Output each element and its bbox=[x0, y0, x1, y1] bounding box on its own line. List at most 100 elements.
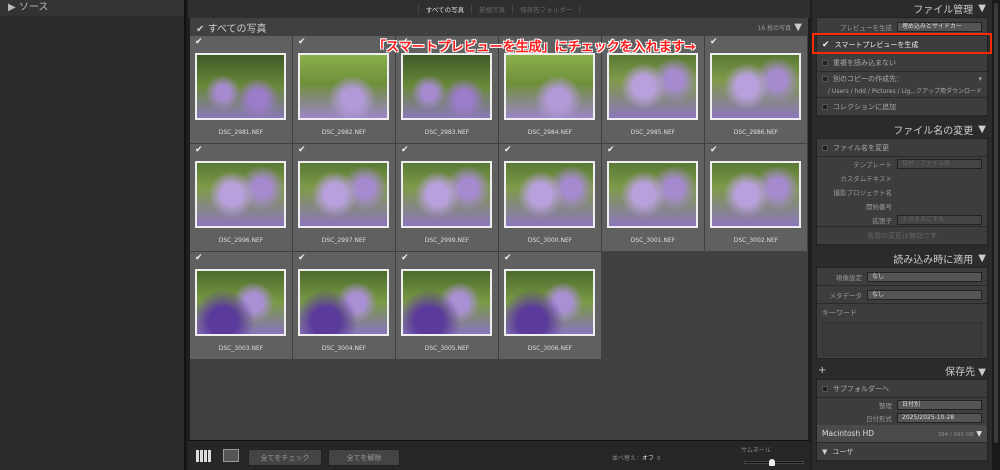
expand-icon[interactable]: ▼ bbox=[822, 448, 827, 456]
date-format-select[interactable]: 2025/2025-10-28 bbox=[897, 413, 982, 423]
preview-select[interactable]: 埋め込みとサイドカー bbox=[897, 21, 982, 32]
photo-thumbnail[interactable] bbox=[195, 53, 286, 120]
tab-new-photos[interactable]: 新規写真 bbox=[471, 4, 512, 14]
user-folder[interactable]: ユーザ bbox=[832, 447, 853, 457]
photo-thumbnail[interactable] bbox=[195, 161, 286, 228]
volume-row[interactable]: Macintosh HD 384 / 995 GB ▼ bbox=[817, 425, 987, 443]
photo-thumbnail[interactable] bbox=[607, 53, 698, 120]
photo-cell[interactable]: ✔ DSC_3005.NEF bbox=[396, 252, 498, 359]
extension-select[interactable]: そのままにする bbox=[897, 214, 982, 225]
start-number-label: 開始番号 bbox=[866, 203, 892, 211]
dup-label: 重複を読み込まない bbox=[833, 58, 896, 67]
subfolder-checkbox[interactable] bbox=[822, 385, 828, 392]
keyword-label: キーワード bbox=[822, 309, 857, 317]
photo-filename: DSC_3001.NEF bbox=[630, 237, 676, 244]
volume-name: Macintosh HD bbox=[822, 429, 875, 438]
uncheck-all-button[interactable]: 全てを解除 bbox=[328, 449, 400, 466]
rename-label: ファイル名を変更 bbox=[833, 143, 889, 152]
photo-thumbnail[interactable] bbox=[504, 269, 595, 336]
file-handling-header[interactable]: ファイル管理 ▼ bbox=[812, 0, 992, 17]
section-title: ファイル名の変更 bbox=[893, 126, 974, 137]
photo-cell[interactable]: ✔ DSC_3001.NEF bbox=[602, 144, 704, 251]
loupe-view-icon[interactable] bbox=[223, 449, 239, 462]
photo-thumbnail[interactable] bbox=[607, 161, 698, 228]
sort-select[interactable]: オフ bbox=[642, 455, 654, 462]
photo-filename: DSC_2985.NEF bbox=[630, 129, 676, 136]
tab-all-photos[interactable]: すべての写真 bbox=[417, 4, 471, 14]
photo-cell[interactable]: ✔ DSC_3003.NEF bbox=[190, 252, 292, 359]
volume-space: 384 / 995 GB bbox=[937, 432, 974, 438]
add-icon[interactable]: + bbox=[818, 365, 826, 376]
photo-cell[interactable]: ✔ DSC_2981.NEF bbox=[190, 36, 292, 143]
photo-filename: DSC_2981.NEF bbox=[218, 129, 264, 136]
photo-thumbnail[interactable] bbox=[401, 53, 492, 120]
photo-checkbox[interactable]: ✔ bbox=[298, 253, 306, 263]
photo-thumbnail[interactable] bbox=[504, 53, 595, 120]
photo-cell[interactable]: ✔ DSC_2986.NEF bbox=[705, 36, 807, 143]
photo-filename: DSC_2997.NEF bbox=[321, 237, 367, 244]
collection-checkbox[interactable] bbox=[822, 103, 828, 110]
organize-select[interactable]: 日付別 bbox=[897, 399, 982, 410]
photo-checkbox[interactable]: ✔ bbox=[401, 253, 409, 263]
develop-select[interactable]: なし bbox=[867, 271, 982, 282]
date-format-label: 日付形式 bbox=[866, 415, 892, 423]
photo-cell[interactable]: ✔ DSC_2996.NEF bbox=[190, 144, 292, 251]
photo-filename: DSC_2986.NEF bbox=[733, 129, 779, 136]
photo-thumbnail[interactable] bbox=[298, 53, 389, 120]
dropdown-icon[interactable]: ▼ bbox=[794, 22, 802, 33]
photo-filename: DSC_2983.NEF bbox=[424, 129, 470, 136]
tab-dest-folder[interactable]: 保存先フォルダー bbox=[512, 4, 581, 14]
metadata-select[interactable]: なし bbox=[867, 289, 982, 300]
source-header[interactable]: ▶ ソース bbox=[0, 0, 184, 16]
photo-thumbnail[interactable] bbox=[504, 161, 595, 228]
keyword-section: キーワード bbox=[817, 304, 987, 358]
check-all-icon[interactable]: ✔ bbox=[196, 24, 204, 35]
photo-thumbnail[interactable] bbox=[298, 161, 389, 228]
photo-checkbox[interactable]: ✔ bbox=[298, 37, 306, 47]
photo-cell[interactable]: ✔ DSC_2997.NEF bbox=[293, 144, 395, 251]
extension-label: 拡張子 bbox=[872, 216, 893, 225]
photo-checkbox[interactable]: ✔ bbox=[710, 145, 718, 155]
photo-checkbox[interactable]: ✔ bbox=[195, 145, 203, 155]
photo-thumbnail[interactable] bbox=[710, 53, 801, 120]
photo-filename: DSC_3004.NEF bbox=[321, 345, 367, 352]
photo-cell[interactable]: ✔ DSC_3000.NEF bbox=[499, 144, 601, 251]
photo-filename: DSC_3000.NEF bbox=[527, 237, 573, 244]
photo-checkbox[interactable]: ✔ bbox=[401, 145, 409, 155]
check-all-button[interactable]: 全てをチェック bbox=[248, 449, 322, 466]
slider-knob[interactable] bbox=[769, 459, 776, 466]
photo-cell[interactable]: ✔ DSC_3002.NEF bbox=[705, 144, 807, 251]
preview-label: プレビューを生成 bbox=[840, 23, 892, 32]
photo-checkbox[interactable]: ✔ bbox=[195, 253, 203, 263]
photo-thumbnail[interactable] bbox=[195, 269, 286, 336]
destination-header[interactable]: + 保存先 ▼ bbox=[812, 362, 992, 379]
photo-checkbox[interactable]: ✔ bbox=[195, 37, 203, 47]
photo-checkbox[interactable]: ✔ bbox=[504, 145, 512, 155]
photo-thumbnail[interactable] bbox=[401, 269, 492, 336]
photo-cell[interactable]: ✔ DSC_2999.NEF bbox=[396, 144, 498, 251]
photo-thumbnail[interactable] bbox=[401, 161, 492, 228]
bottom-toolbar: 全てをチェック 全てを解除 並べ替え：オフ ⇕ サムネール bbox=[188, 440, 810, 470]
photo-checkbox[interactable]: ✔ bbox=[298, 145, 306, 155]
dropdown-icon[interactable]: ▾ bbox=[978, 75, 982, 83]
photo-thumbnail[interactable] bbox=[298, 269, 389, 336]
rename-checkbox[interactable] bbox=[822, 144, 828, 151]
photo-filename: DSC_3006.NEF bbox=[527, 345, 573, 352]
photo-checkbox[interactable]: ✔ bbox=[504, 253, 512, 263]
annotation-highlight-box bbox=[812, 33, 992, 54]
volume-dropdown-icon[interactable]: ▼ bbox=[976, 429, 982, 438]
photo-checkbox[interactable]: ✔ bbox=[607, 145, 615, 155]
photo-checkbox[interactable]: ✔ bbox=[710, 37, 718, 47]
rename-header[interactable]: ファイル名の変更 ▼ bbox=[812, 121, 992, 138]
apply-header[interactable]: 読み込み時に適用 ▼ bbox=[812, 250, 992, 267]
keyword-input[interactable] bbox=[822, 322, 982, 356]
right-panel-scrollbar[interactable] bbox=[992, 0, 1000, 470]
photo-thumbnail[interactable] bbox=[710, 161, 801, 228]
dup-checkbox[interactable] bbox=[822, 59, 828, 66]
thumbnail-slider[interactable] bbox=[744, 459, 804, 466]
photo-cell[interactable]: ✔ DSC_3006.NEF bbox=[499, 252, 601, 359]
grid-view-icon[interactable] bbox=[196, 450, 212, 462]
copy-checkbox[interactable] bbox=[822, 76, 828, 82]
photo-cell[interactable]: ✔ DSC_3004.NEF bbox=[293, 252, 395, 359]
template-select[interactable]: 日付 - ファイル名 bbox=[897, 159, 982, 169]
